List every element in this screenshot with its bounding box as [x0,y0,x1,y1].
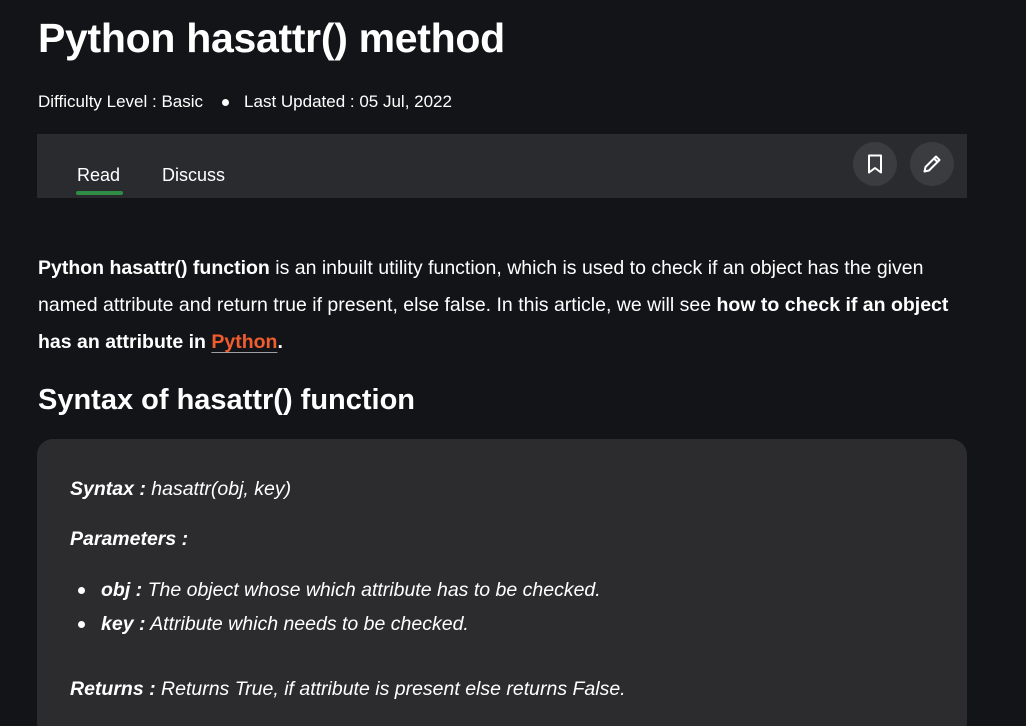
article-page: Python hasattr() method Difficulty Level… [0,0,1026,726]
article-meta: Difficulty Level : Basic Last Updated : … [38,90,452,114]
meta-separator-dot [222,98,230,106]
intro-paragraph: Python hasattr() function is an inbuilt … [38,250,973,361]
pencil-icon [923,155,941,173]
returns-row: Returns : Returns True, if attribute is … [70,675,626,703]
parameters-heading: Parameters : [70,525,188,553]
returns-value: Returns True, if attribute is present el… [155,678,626,700]
param-desc: The object whose which attribute has to … [142,579,601,601]
parameters-label: Parameters : [70,528,189,550]
article-tabbar: Read Discuss [37,134,967,198]
syntax-value: hasattr(obj, key) [145,478,292,500]
param-desc: Attribute which needs to be checked. [145,613,469,635]
param-name: obj : [101,579,143,601]
param-name: key : [101,613,146,635]
edit-button[interactable] [910,142,954,186]
bookmark-icon [868,154,882,174]
bookmark-button[interactable] [853,142,897,186]
parameter-list: obj : The object whose which attribute h… [70,573,601,641]
syntax-label: Syntax : [70,478,146,500]
page-title: Python hasattr() method [38,15,505,61]
active-tab-indicator [76,191,123,195]
python-link[interactable]: Python [211,331,277,353]
list-item: key : Attribute which needs to be checke… [70,607,601,641]
syntax-row: Syntax : hasattr(obj, key) [70,475,291,503]
intro-end: . [277,331,283,353]
tab-discuss[interactable]: Discuss [162,164,225,186]
last-updated: Last Updated : 05 Jul, 2022 [244,92,452,111]
section-heading: Syntax of hasattr() function [38,384,416,416]
intro-bold-lead: Python hasattr() function [38,257,270,279]
difficulty-level: Difficulty Level : Basic [38,92,204,111]
tab-read[interactable]: Read [77,164,120,186]
returns-label: Returns : [70,678,156,700]
syntax-card: Syntax : hasattr(obj, key) Parameters : … [37,439,967,726]
list-item: obj : The object whose which attribute h… [70,573,601,607]
